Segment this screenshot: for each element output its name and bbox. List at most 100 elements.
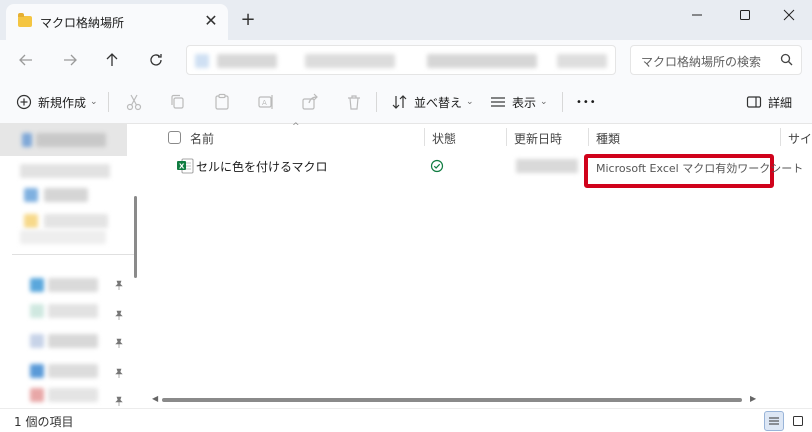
arrow-up-icon	[106, 53, 118, 66]
sidebar-item[interactable]	[44, 188, 88, 202]
details-view-button[interactable]	[764, 411, 784, 431]
sidebar-item-label	[36, 133, 106, 147]
paste-icon[interactable]	[212, 92, 232, 112]
cut-icon[interactable]	[124, 92, 144, 112]
chevron-down-icon: ⌄	[466, 97, 474, 107]
pin-icon	[115, 396, 123, 406]
sidebar-item-icon	[30, 364, 44, 378]
sidebar-item[interactable]	[20, 230, 106, 244]
file-modified-date	[516, 159, 578, 173]
scroll-right-icon[interactable]: ▶	[750, 394, 756, 403]
copy-icon[interactable]	[168, 92, 188, 112]
tab-title: マクロ格納場所	[40, 16, 125, 30]
up-button[interactable]	[100, 48, 124, 72]
search-input[interactable]: マクロ格納場所の検索	[641, 53, 761, 70]
sidebar-item-icon	[30, 278, 44, 292]
sort-indicator-icon: ^	[292, 122, 300, 132]
sidebar-item[interactable]	[48, 388, 98, 402]
file-type: Microsoft Excel マクロ有効ワークシート	[596, 162, 804, 175]
sidebar-item[interactable]	[48, 364, 98, 378]
sidebar-item-icon	[30, 334, 44, 348]
title-bar: マクロ格納場所 ✕ +	[0, 0, 812, 40]
sidebar-item-icon	[24, 188, 38, 202]
file-list: ^ 名前 状態 更新日時 種類 サイズ X セルに色を付けるマクロ Micros…	[146, 122, 812, 408]
more-options-button[interactable]: •••	[576, 90, 597, 114]
pin-icon	[115, 368, 123, 378]
sort-button-label: 並べ替え	[414, 95, 463, 110]
close-window-button[interactable]	[766, 0, 812, 30]
share-icon[interactable]	[300, 92, 320, 112]
refresh-icon	[150, 54, 162, 66]
address-row: マクロ格納場所の検索	[0, 40, 812, 80]
close-tab-button[interactable]: ✕	[202, 12, 220, 30]
pin-icon	[115, 310, 123, 320]
column-header-size[interactable]: サイズ	[788, 130, 812, 147]
new-button[interactable]: 新規作成 ⌄	[16, 90, 98, 114]
command-bar: 新規作成 ⌄ A 並べ替え ⌄ 表示 ⌄ ••• 詳細	[0, 80, 812, 124]
sort-icon	[392, 95, 407, 109]
details-pane-label: 詳細	[768, 95, 793, 110]
column-divider[interactable]	[780, 128, 781, 146]
scroll-left-icon[interactable]: ◀	[152, 394, 158, 403]
trash-icon[interactable]	[344, 92, 364, 112]
sidebar-item-selected[interactable]	[0, 124, 127, 156]
breadcrumb-icon	[195, 54, 209, 68]
minimize-button[interactable]	[674, 0, 720, 30]
pin-icon	[115, 338, 123, 348]
column-header-status[interactable]: 状態	[432, 130, 456, 147]
sidebar-item[interactable]	[20, 164, 110, 178]
horizontal-scrollbar[interactable]	[162, 398, 742, 402]
column-header-modified[interactable]: 更新日時	[514, 130, 562, 147]
svg-text:X: X	[179, 163, 185, 171]
sidebar-item-icon	[30, 304, 44, 318]
divider	[562, 92, 563, 112]
breadcrumb-segment[interactable]	[305, 54, 395, 68]
address-bar[interactable]	[186, 45, 616, 75]
view-button[interactable]: 表示 ⌄	[490, 90, 548, 114]
tiles-view-button[interactable]	[788, 411, 808, 431]
table-row[interactable]: X セルに色を付けるマクロ Microsoft Excel マクロ有効ワークシー…	[146, 154, 812, 188]
sidebar-scrollbar[interactable]	[134, 196, 137, 278]
chevron-down-icon: ⌄	[90, 97, 98, 107]
breadcrumb-segment[interactable]	[557, 54, 607, 68]
view-lines-icon	[491, 97, 505, 107]
excel-macro-file-icon: X	[177, 158, 194, 174]
details-view-icon	[769, 417, 779, 425]
sidebar-item[interactable]	[44, 214, 108, 228]
column-header-type[interactable]: 種類	[596, 130, 620, 147]
column-divider[interactable]	[506, 128, 507, 146]
sort-button[interactable]: 並べ替え ⌄	[392, 90, 474, 114]
divider	[376, 92, 377, 112]
rename-icon[interactable]: A	[256, 92, 276, 112]
new-button-label: 新規作成	[38, 95, 87, 110]
sidebar-item-icon	[22, 133, 32, 147]
tiles-view-icon	[793, 416, 803, 426]
sidebar-item[interactable]	[48, 278, 98, 292]
pin-icon	[115, 280, 123, 290]
column-divider[interactable]	[588, 128, 589, 146]
view-button-label: 表示	[512, 95, 537, 110]
file-name[interactable]: セルに色を付けるマクロ	[196, 158, 328, 175]
new-tab-button[interactable]: +	[238, 10, 258, 30]
sidebar-item[interactable]	[48, 304, 98, 318]
minimize-icon	[692, 14, 702, 16]
breadcrumb-segment[interactable]	[427, 54, 537, 68]
breadcrumb-segment[interactable]	[217, 54, 277, 68]
search-icon[interactable]	[779, 52, 795, 68]
column-header-name[interactable]: 名前	[190, 130, 214, 147]
select-all-checkbox[interactable]	[168, 131, 181, 144]
column-divider[interactable]	[424, 128, 425, 146]
forward-button[interactable]	[58, 48, 82, 72]
maximize-button[interactable]	[722, 0, 768, 30]
sidebar-item[interactable]	[48, 334, 98, 348]
refresh-button[interactable]	[144, 48, 168, 72]
search-box[interactable]: マクロ格納場所の検索	[630, 45, 802, 75]
sidebar-item-icon	[30, 388, 44, 402]
maximize-icon	[740, 10, 750, 20]
item-count: 1 個の項目	[14, 415, 74, 429]
back-button[interactable]	[14, 48, 38, 72]
sync-ok-icon	[430, 159, 444, 173]
details-pane-button[interactable]: 詳細	[746, 90, 792, 114]
tab-macro-folder[interactable]: マクロ格納場所 ✕	[6, 4, 228, 40]
svg-text:A: A	[262, 99, 267, 107]
